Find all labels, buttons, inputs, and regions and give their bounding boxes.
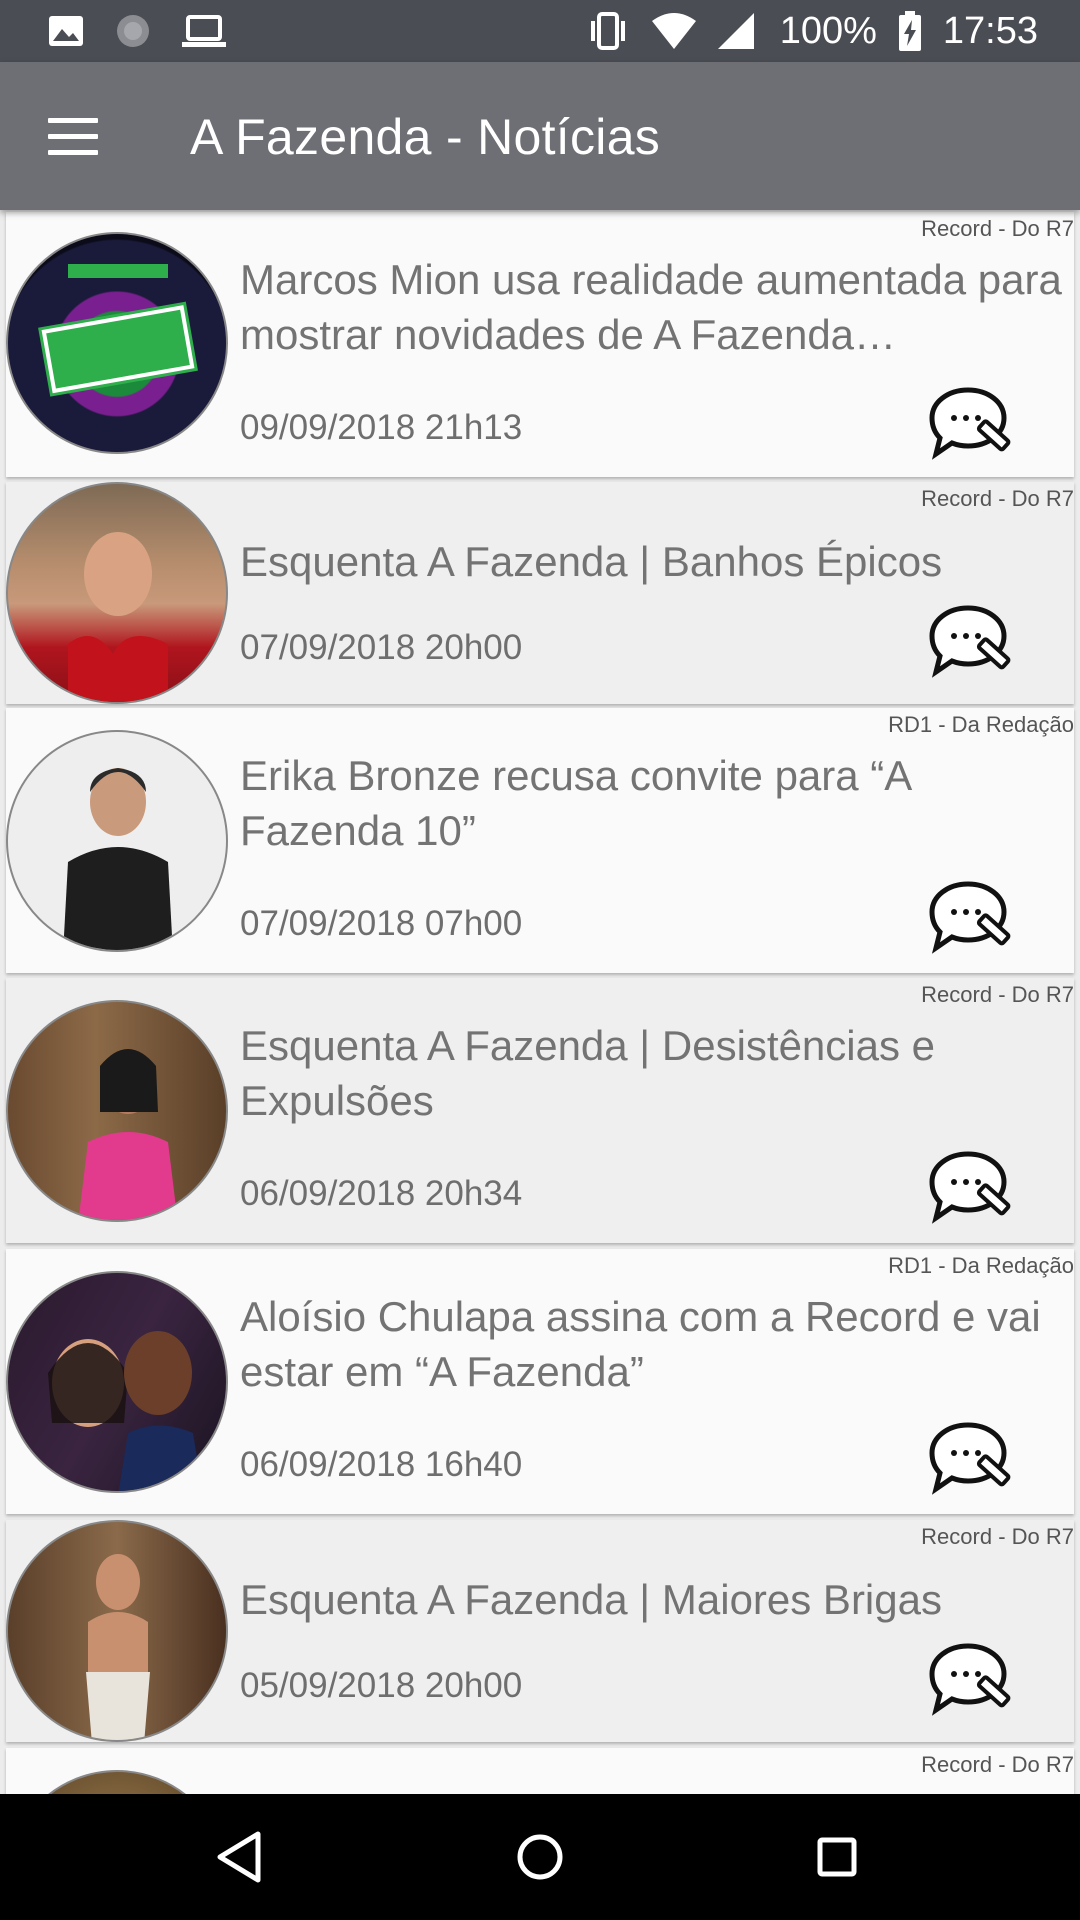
navigation-bar: [0, 1794, 1080, 1920]
news-date: 06/09/2018 16h40: [240, 1445, 523, 1484]
recents-icon[interactable]: [804, 1824, 870, 1890]
news-thumbnail: [6, 1271, 228, 1493]
news-item[interactable]: RD1 - Da Redação Aloísio Chulapa assina …: [6, 1249, 1074, 1514]
hamburger-menu-icon[interactable]: [36, 106, 108, 166]
news-title: Erika Bronze recusa convite para “A Faze…: [240, 752, 910, 854]
news-thumbnail: [6, 232, 228, 454]
sync-icon: [117, 15, 149, 47]
news-item[interactable]: Record - Do R7 Marcos Mion usa realidade…: [6, 212, 1074, 477]
news-thumbnail: [6, 1000, 228, 1222]
news-thumbnail: [6, 482, 228, 704]
news-title: Esquenta A Fazenda | Banhos Épicos: [240, 538, 943, 585]
news-source: Record - Do R7: [921, 1524, 1074, 1549]
news-date: 09/09/2018 21h13: [240, 408, 523, 447]
news-source: Record - Do R7: [921, 1752, 1074, 1777]
wifi-icon: [651, 13, 696, 49]
news-list[interactable]: Record - Do R7 Marcos Mion usa realidade…: [0, 210, 1080, 1794]
news-source: Record - Do R7: [921, 486, 1074, 511]
news-source: RD1 - Da Redação: [888, 712, 1074, 737]
news-date: 05/09/2018 20h00: [240, 1666, 523, 1705]
page-title: A Fazenda - Notícias: [190, 109, 661, 165]
image-icon: [49, 16, 83, 46]
comment-icon[interactable]: [928, 1419, 1014, 1499]
news-title: Marcos Mion usa realidade aumentada para…: [240, 256, 1062, 358]
news-thumbnail: [6, 730, 228, 952]
news-title: Aloísio Chulapa assina com a Record e va…: [240, 1293, 1041, 1395]
comment-icon[interactable]: [928, 1640, 1014, 1720]
battery-charging-icon: [898, 11, 921, 51]
comment-icon[interactable]: [928, 1148, 1014, 1228]
laptop-icon: [182, 15, 226, 47]
news-thumbnail: [6, 1520, 228, 1742]
battery-percent: 100%: [779, 9, 877, 52]
back-icon[interactable]: [208, 1824, 274, 1890]
news-item[interactable]: RD1 - Da Redação Erika Bronze recusa con…: [6, 708, 1074, 973]
home-icon[interactable]: [507, 1824, 573, 1890]
news-source: Record - Do R7: [921, 216, 1074, 241]
news-source: RD1 - Da Redação: [888, 1253, 1074, 1278]
news-item[interactable]: Record - Do R7 Esquenta A Fazenda | Desi…: [6, 978, 1074, 1243]
comment-icon[interactable]: [928, 602, 1014, 682]
status-bar: 100% 17:53: [0, 0, 1080, 62]
signal-icon: [717, 13, 754, 49]
news-date: 07/09/2018 20h00: [240, 628, 523, 667]
app-bar: A Fazenda - Notícias: [0, 62, 1080, 210]
comment-icon[interactable]: [928, 384, 1014, 464]
news-date: 06/09/2018 20h34: [240, 1174, 523, 1213]
news-source: Record - Do R7: [921, 982, 1074, 1007]
news-item[interactable]: Record - Do R7 Esquenta A Fazenda | Maio…: [6, 1520, 1074, 1742]
news-thumbnail: [6, 1770, 228, 1794]
news-item[interactable]: Record - Do R7 Esquenta A Fazenda | Banh…: [6, 482, 1074, 704]
news-item[interactable]: Record - Do R7: [6, 1748, 1074, 1794]
vibrate-icon: [590, 12, 625, 50]
news-title: Esquenta A Fazenda | Desistências e Expu…: [240, 1022, 936, 1124]
comment-icon[interactable]: [928, 878, 1014, 958]
news-title: Esquenta A Fazenda | Maiores Brigas: [240, 1576, 942, 1623]
clock: 17:53: [942, 9, 1038, 52]
news-date: 07/09/2018 07h00: [240, 904, 523, 943]
